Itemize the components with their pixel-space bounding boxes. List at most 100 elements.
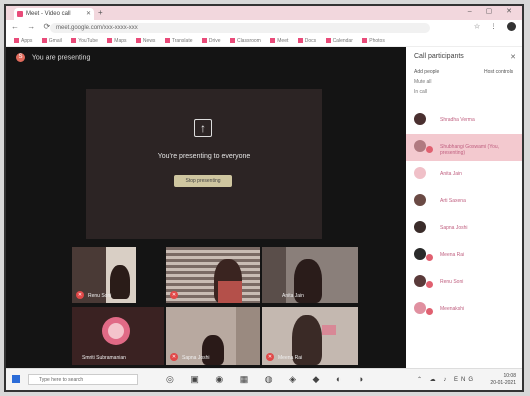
star-menu-icons[interactable]: ☆ ⋮ [474, 23, 501, 30]
browser-tab[interactable]: Meet - Video call ✕ [14, 8, 94, 20]
close-tab-icon[interactable]: ✕ [86, 8, 91, 20]
mic-off-icon: ✕ [76, 291, 84, 299]
participant-name: Shradha Verma [440, 117, 475, 123]
presenter-avatar: S [16, 53, 25, 62]
participant-tile[interactable]: Anita Jain [262, 247, 358, 303]
bookmark-icon [41, 38, 47, 44]
new-tab-button[interactable]: + [98, 8, 103, 17]
avatar [414, 167, 426, 179]
tab-title: Meet - Video call [26, 11, 71, 17]
participant-name: Renu Soni [440, 279, 464, 285]
bookmark-icon [270, 38, 276, 44]
bookmark-item[interactable]: Classroom [229, 36, 261, 46]
address-bar-icons[interactable]: ☆ ⋮ [474, 22, 516, 31]
participants-panel: Call participants ✕ Add people Host cont… [406, 47, 522, 368]
avatar [414, 113, 426, 125]
bookmark-icon [229, 38, 235, 44]
avatar [414, 140, 426, 152]
panel-title: Call participants [414, 53, 464, 60]
bookmark-item[interactable]: Meet [270, 36, 288, 46]
bookmark-icon [71, 38, 77, 44]
window-controls[interactable]: – ▢ ✕ [468, 7, 518, 15]
host-controls-button[interactable]: Host controls [484, 69, 513, 75]
mic-off-icon [426, 254, 433, 261]
browser-tabstrip: Meet - Video call ✕ + – ▢ ✕ [6, 6, 522, 20]
bookmark-item[interactable]: Drive [201, 36, 221, 46]
participant-video [110, 265, 130, 299]
taskbar-app-icons[interactable]: ◎ ▣ ◉ ▦ ◍ ◈ ◆ ◐ ◑ [166, 374, 370, 385]
list-item[interactable]: Renu Soni [406, 269, 522, 296]
avatar [414, 275, 426, 287]
participant-name: Sapna Joshi [440, 225, 468, 231]
bookmark-icon [107, 38, 113, 44]
presenting-label: You are presenting [31, 54, 91, 62]
participant-name: Meena Rai [440, 252, 465, 258]
stop-presenting-button[interactable]: Stop presenting [174, 175, 232, 187]
list-item[interactable]: Arti Saxena [406, 188, 522, 215]
windows-start-icon[interactable] [12, 375, 20, 383]
mute-all-button[interactable]: Mute all [414, 79, 432, 85]
participant-name: Sapna Joshi [182, 355, 210, 361]
participant-tile[interactable]: Smriti Subramanian [72, 307, 164, 365]
mic-off-icon [426, 281, 433, 288]
add-people-button[interactable]: Add people [414, 69, 439, 75]
bookmark-icon [325, 38, 331, 44]
presenting-message: You're presenting to everyone [157, 153, 251, 160]
presentation-stage: ↑ You're presenting to everyone Stop pre… [86, 89, 322, 239]
list-item[interactable]: Meenakshi [406, 296, 522, 323]
mic-off-icon: ✕ [266, 353, 274, 361]
list-item[interactable]: Anita Jain [406, 161, 522, 188]
bookmark-item[interactable]: Docs [297, 36, 316, 46]
meet-area: S You are presenting ↑ You're presenting… [6, 47, 406, 368]
participant-name: Meenakshi [440, 306, 465, 312]
bookmark-item[interactable]: YouTube [71, 36, 98, 46]
clock-time: 10:08 [503, 373, 516, 379]
bookmark-item[interactable]: News [135, 36, 155, 46]
presenting-indicator: S You are presenting [16, 53, 90, 62]
participant-name: Anita Jain [440, 171, 462, 177]
mic-off-icon [426, 146, 433, 153]
bookmark-item[interactable]: Translate [164, 36, 193, 46]
participant-name: Shubhangi Goswami (You, presenting) [440, 144, 500, 156]
meet-favicon-icon [17, 11, 23, 17]
bookmark-item[interactable]: Gmail [41, 36, 62, 46]
avatar [414, 221, 426, 233]
bookmark-icon [297, 38, 303, 44]
list-item[interactable]: Meena Rai [406, 242, 522, 269]
bookmark-icon [135, 38, 141, 44]
bookmark-icon [362, 38, 368, 44]
participant-name: Arti Saxena [440, 198, 466, 204]
list-item[interactable]: Shubhangi Goswami (You, presenting) [406, 134, 522, 161]
bookmark-icon [164, 38, 170, 44]
taskbar: Type here to search ◎ ▣ ◉ ▦ ◍ ◈ ◆ ◐ ◑ ⌃ … [6, 368, 522, 390]
avatar [414, 248, 426, 260]
bookmarks-bar: Apps Gmail YouTube Maps News Translate D… [6, 36, 522, 47]
address-bar-row: ← → ⟳ meet.google.com/xxx-xxxx-xxx ☆ ⋮ [6, 20, 522, 36]
participant-tile[interactable]: ✕ Sapna Joshi [166, 307, 260, 365]
mic-off-icon [426, 308, 433, 315]
mic-off-icon: ✕ [170, 291, 178, 299]
taskbar-search-input[interactable]: Type here to search [28, 374, 138, 385]
clock[interactable]: 10:08 20-01-2021 [490, 373, 516, 387]
participant-list: Shradha Verma Shubhangi Goswami (You, pr… [406, 107, 522, 323]
bookmark-item[interactable]: Calendar [325, 36, 353, 46]
list-item[interactable]: Shradha Verma [406, 107, 522, 134]
nav-buttons[interactable]: ← → ⟳ [11, 22, 53, 31]
list-item[interactable]: Sapna Joshi [406, 215, 522, 242]
screen-frame: Meet - Video call ✕ + – ▢ ✕ ← → ⟳ meet.g… [4, 4, 524, 392]
mic-off-icon: ✕ [170, 353, 178, 361]
close-panel-icon[interactable]: ✕ [510, 53, 516, 61]
url-field[interactable]: meet.google.com/xxx-xxxx-xxx [50, 23, 430, 33]
bookmark-item[interactable]: Photos [362, 36, 385, 46]
bookmark-icon [14, 38, 19, 44]
participant-tile[interactable]: ✕ [166, 247, 260, 303]
bookmark-item[interactable]: Maps [107, 36, 127, 46]
participant-tile[interactable]: ✕ Renu Soni [72, 247, 136, 303]
participant-name: Anita Jain [282, 293, 304, 299]
bookmark-icon [201, 38, 207, 44]
participant-tile[interactable]: ✕ Meena Rai [262, 307, 358, 365]
present-upload-icon: ↑ [194, 119, 212, 137]
bookmark-item[interactable]: Apps [14, 36, 32, 46]
profile-avatar[interactable] [507, 22, 516, 31]
system-tray-icons[interactable]: ⌃ ☁ ♪ ENG [417, 376, 476, 383]
